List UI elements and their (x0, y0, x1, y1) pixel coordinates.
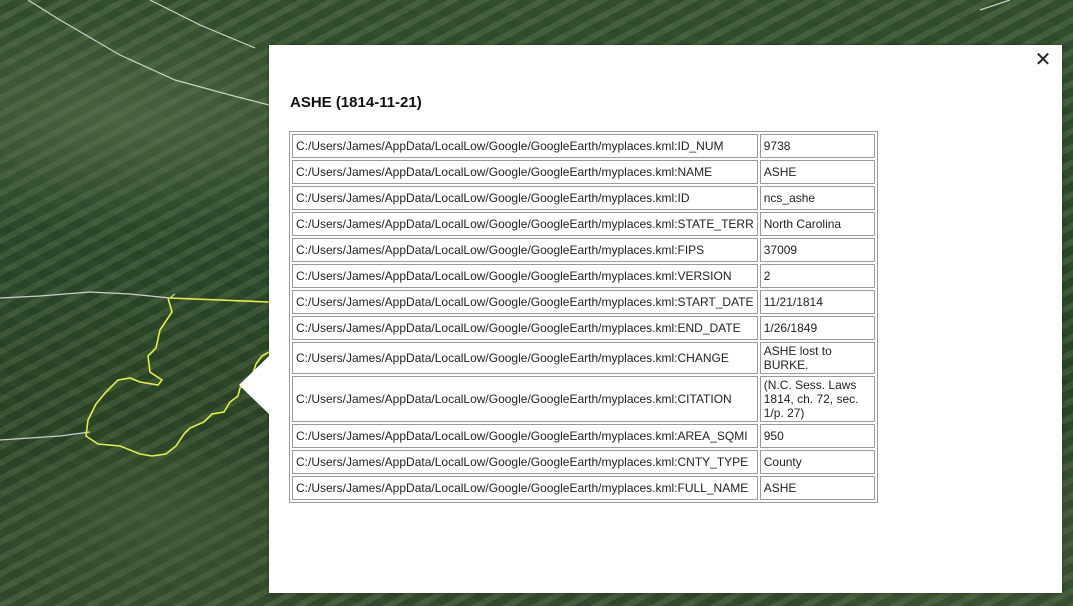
table-row: C:/Users/James/AppData/LocalLow/Google/G… (292, 476, 875, 500)
table-row: C:/Users/James/AppData/LocalLow/Google/G… (292, 290, 875, 314)
attribute-value: 950 (759, 424, 875, 448)
popup-title: ASHE (1814-11-21) (290, 94, 422, 111)
info-popup: ✕ ASHE (1814-11-21) C:/Users/James/AppDa… (239, 45, 1062, 593)
attribute-value: 2 (759, 264, 875, 288)
attribute-key: C:/Users/James/AppData/LocalLow/Google/G… (292, 160, 758, 184)
table-row: C:/Users/James/AppData/LocalLow/Google/G… (292, 264, 875, 288)
table-row: C:/Users/James/AppData/LocalLow/Google/G… (292, 450, 875, 474)
attribute-value: North Carolina (759, 212, 875, 236)
attribute-value: ASHE (759, 160, 875, 184)
table-row: C:/Users/James/AppData/LocalLow/Google/G… (292, 186, 875, 210)
attribute-key: C:/Users/James/AppData/LocalLow/Google/G… (292, 376, 758, 422)
attribute-key: C:/Users/James/AppData/LocalLow/Google/G… (292, 212, 758, 236)
attribute-key: C:/Users/James/AppData/LocalLow/Google/G… (292, 134, 758, 158)
table-row: C:/Users/James/AppData/LocalLow/Google/G… (292, 316, 875, 340)
table-row: C:/Users/James/AppData/LocalLow/Google/G… (292, 424, 875, 448)
attribute-value: 9738 (759, 134, 875, 158)
attribute-value: (N.C. Sess. Laws 1814, ch. 72, sec. 1/p.… (759, 376, 875, 422)
attribute-key: C:/Users/James/AppData/LocalLow/Google/G… (292, 316, 758, 340)
attribute-value: 1/26/1849 (759, 316, 875, 340)
table-row: C:/Users/James/AppData/LocalLow/Google/G… (292, 238, 875, 262)
popup-pointer (239, 355, 270, 415)
attribute-value: ASHE lost to BURKE. (759, 342, 875, 374)
attribute-key: C:/Users/James/AppData/LocalLow/Google/G… (292, 290, 758, 314)
table-row: C:/Users/James/AppData/LocalLow/Google/G… (292, 342, 875, 374)
attribute-key: C:/Users/James/AppData/LocalLow/Google/G… (292, 424, 758, 448)
table-row: C:/Users/James/AppData/LocalLow/Google/G… (292, 212, 875, 236)
attribute-value: 37009 (759, 238, 875, 262)
attribute-key: C:/Users/James/AppData/LocalLow/Google/G… (292, 450, 758, 474)
attribute-table: C:/Users/James/AppData/LocalLow/Google/G… (289, 131, 878, 503)
attribute-key: C:/Users/James/AppData/LocalLow/Google/G… (292, 238, 758, 262)
table-row: C:/Users/James/AppData/LocalLow/Google/G… (292, 134, 875, 158)
close-icon[interactable]: ✕ (1032, 49, 1054, 71)
attribute-value: 11/21/1814 (759, 290, 875, 314)
attribute-value: ncs_ashe (759, 186, 875, 210)
table-row: C:/Users/James/AppData/LocalLow/Google/G… (292, 160, 875, 184)
attribute-key: C:/Users/James/AppData/LocalLow/Google/G… (292, 186, 758, 210)
table-row: C:/Users/James/AppData/LocalLow/Google/G… (292, 376, 875, 422)
attribute-key: C:/Users/James/AppData/LocalLow/Google/G… (292, 342, 758, 374)
attribute-key: C:/Users/James/AppData/LocalLow/Google/G… (292, 264, 758, 288)
attribute-value: ASHE (759, 476, 875, 500)
attribute-value: County (759, 450, 875, 474)
attribute-key: C:/Users/James/AppData/LocalLow/Google/G… (292, 476, 758, 500)
